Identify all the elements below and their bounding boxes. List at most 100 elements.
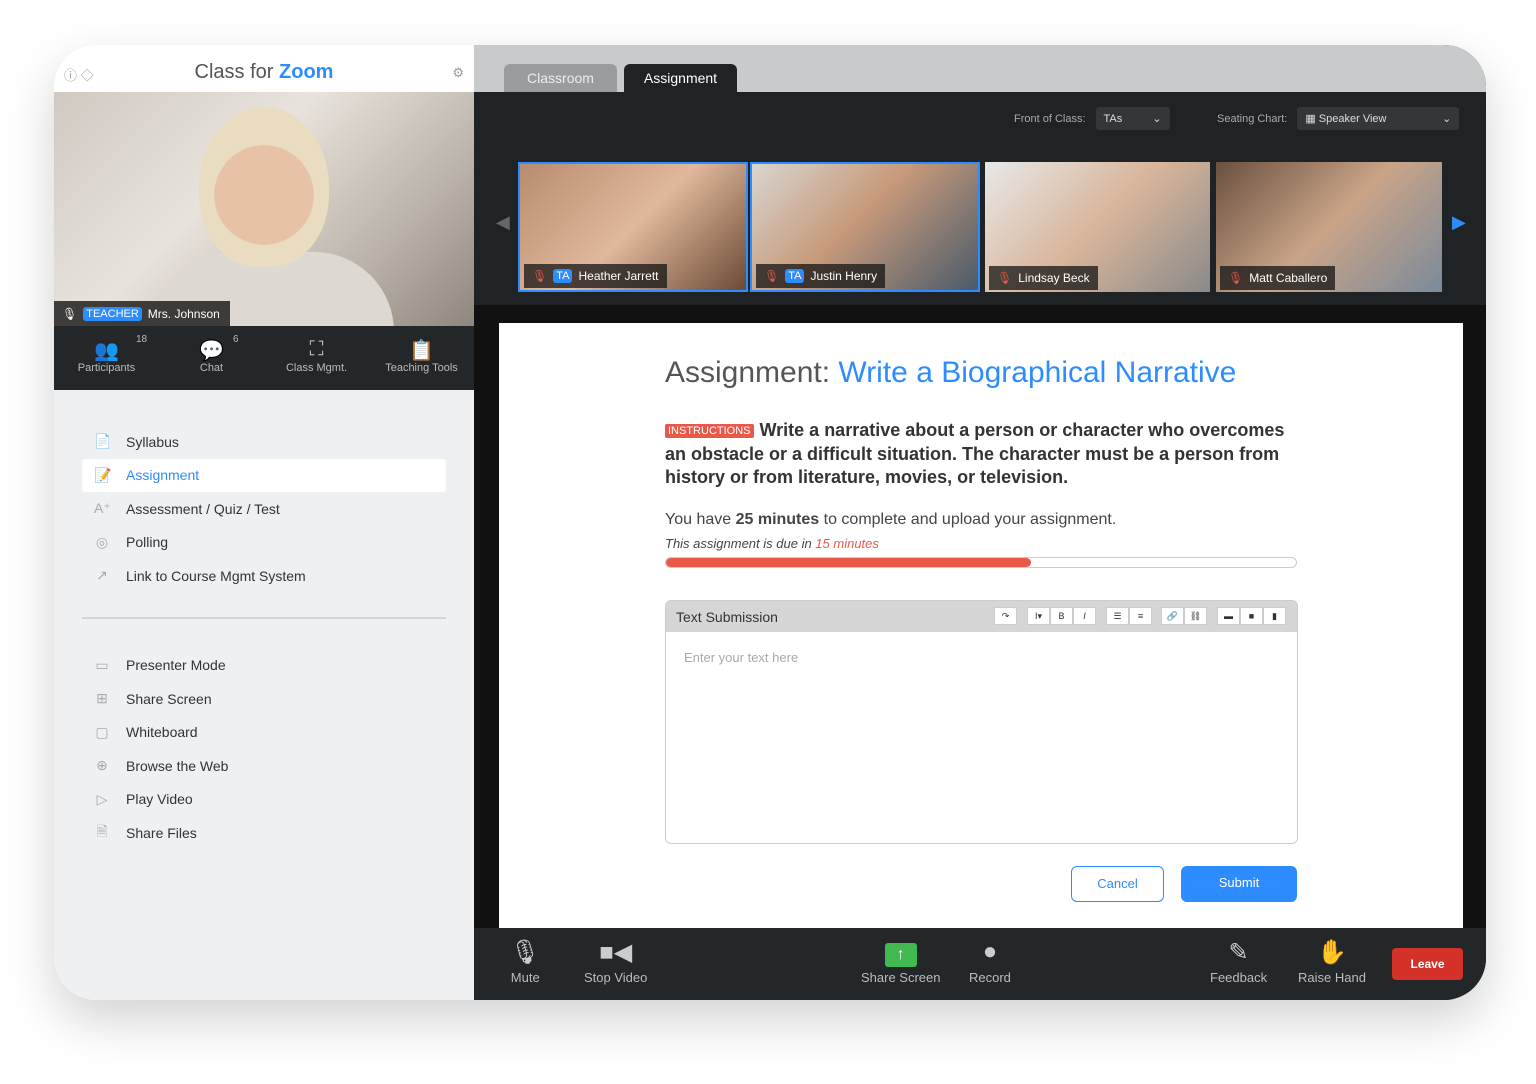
cancel-button[interactable]: Cancel xyxy=(1071,866,1164,902)
app-header: ⓘ ◇ Class for Zoom ⚙ xyxy=(54,45,474,92)
chat-icon: 💬 xyxy=(199,340,224,362)
menu-item-whiteboard[interactable]: ▢ Whiteboard xyxy=(82,716,446,750)
text-submission-input[interactable]: Enter your text here xyxy=(666,632,1297,683)
student-tile[interactable]: 🎙 Matt Caballero xyxy=(1216,162,1442,292)
feedback-icon: ✎ xyxy=(1228,939,1249,966)
chevron-down-icon: ⌄ xyxy=(1442,113,1452,125)
menu-item-icon: ▭ xyxy=(95,656,109,673)
record-icon: ● xyxy=(982,938,998,965)
link-icon[interactable]: 🔗 xyxy=(1161,607,1184,625)
menu-item-icon: 📝 xyxy=(94,466,112,483)
record-button[interactable]: ● Record xyxy=(969,938,1011,985)
grid-icon: ▦ xyxy=(1305,113,1316,125)
time-progress-bar xyxy=(665,557,1297,568)
menu-item-link-to-course-mgmt-system[interactable]: ↗ Link to Course Mgmt System xyxy=(82,559,446,593)
front-of-class-dropdown[interactable]: TAs ⌄ xyxy=(1095,107,1170,130)
teaching-tools-button[interactable]: 📋 Teaching Tools xyxy=(369,326,474,390)
share-screen-button[interactable]: ↑ Share Screen xyxy=(861,938,941,985)
tab-classroom[interactable]: Classroom xyxy=(504,64,617,92)
tab-bar: Classroom Assignment xyxy=(474,45,1486,92)
hand-icon: ✋ xyxy=(1317,939,1347,966)
settings-icon[interactable]: ⚙ xyxy=(452,65,464,81)
menu-item-assessment-quiz-test[interactable]: A⁺ Assessment / Quiz / Test xyxy=(82,492,446,526)
bullet-list-icon[interactable]: ☰ xyxy=(1106,607,1129,625)
chevron-down-icon: ⌄ xyxy=(1152,113,1162,125)
next-arrow-icon[interactable]: ▶ xyxy=(1452,212,1466,233)
chat-button[interactable]: 💬 6 Chat xyxy=(159,326,264,390)
presenter-board-icon: ⛶ xyxy=(309,338,324,360)
undo-icon[interactable]: ↷ xyxy=(994,607,1017,625)
class-mgmt-button[interactable]: ⛶ Class Mgmt. xyxy=(264,326,369,390)
menu-item-share-screen[interactable]: ⊞ Share Screen xyxy=(82,682,446,716)
role-badge: TEACHER xyxy=(83,307,142,321)
video-camera-icon: ■◀ xyxy=(599,939,633,966)
instructions-badge: INSTRUCTIONS xyxy=(665,424,754,438)
menu-item-presenter-mode[interactable]: ▭ Presenter Mode xyxy=(82,649,446,683)
feedback-button[interactable]: ✎ Feedback xyxy=(1210,938,1267,985)
assignment-panel: Assignment: Write a Biographical Narrati… xyxy=(499,323,1463,928)
unlink-icon[interactable]: ⛓ xyxy=(1184,607,1207,625)
microphone-icon: 🎙 xyxy=(510,939,541,966)
progress-fill xyxy=(666,558,1032,567)
student-tile[interactable]: 🎙 TA Heather Jarrett xyxy=(518,162,748,292)
meeting-controls: 🎙 Mute ■◀ Stop Video ↑ Share Screen ● Record… xyxy=(474,928,1486,1000)
left-panel: ⓘ ◇ Class for Zoom ⚙ 🎙 TEACHER Mrs. John… xyxy=(54,45,474,1000)
menu-item-polling[interactable]: ◎ Polling xyxy=(82,526,446,560)
teaching-tools-menu: 📄 Syllabus 📝 Assignment A⁺ Assessment / Quiz … xyxy=(82,425,446,850)
mic-muted-icon: 🎙 xyxy=(532,269,548,283)
participants-button[interactable]: 👥 18 Participants xyxy=(54,326,159,390)
menu-item-assignment[interactable]: 📝 Assignment xyxy=(82,458,446,492)
app-window: ⓘ ◇ Class for Zoom ⚙ 🎙 TEACHER Mrs. John… xyxy=(54,45,1486,1000)
menu-item-icon: ▷ xyxy=(96,790,108,807)
seating-chart-select: Seating Chart: ▦ Speaker View ⌄ xyxy=(1217,107,1460,130)
video-icon[interactable]: ■ xyxy=(1240,607,1263,625)
raise-hand-button[interactable]: ✋ Raise Hand xyxy=(1298,938,1366,985)
menu-item-icon: ◎ xyxy=(95,533,109,550)
submit-button[interactable]: Submit xyxy=(1181,866,1297,902)
menu-item-syllabus[interactable]: 📄 Syllabus xyxy=(82,425,446,459)
due-notice: This assignment is due in 15 minutes xyxy=(665,536,879,551)
time-allowed: You have 25 minutes to complete and uplo… xyxy=(665,511,1117,528)
teacher-toolbar: 👥 18 Participants 💬 6 Chat ⛶ Class Mgmt. 📋 Tea… xyxy=(54,326,474,390)
menu-item-browse-the-web[interactable]: ⊕ Browse the Web xyxy=(82,749,446,783)
teacher-nametag: 🎙 TEACHER Mrs. Johnson xyxy=(54,301,230,327)
menu-item-icon: ↗ xyxy=(96,567,108,584)
menu-item-icon: ⊕ xyxy=(96,757,108,774)
student-tile[interactable]: 🎙 Lindsay Beck xyxy=(985,162,1210,292)
tab-assignment[interactable]: Assignment xyxy=(624,64,737,92)
assignment-title: Assignment: Write a Biographical Narrati… xyxy=(665,356,1237,389)
menu-item-icon: A⁺ xyxy=(94,500,111,517)
mic-icon: 🎙 xyxy=(62,307,78,321)
divider xyxy=(82,616,446,619)
app-title: Class for Zoom xyxy=(194,61,334,83)
main-area: Classroom Assignment Front of Class: TAs ⌄… xyxy=(474,45,1486,1000)
instructions: INSTRUCTIONS Write a narrative about a pe… xyxy=(665,420,1285,487)
menu-item-icon: 🗎 xyxy=(96,822,108,839)
prev-arrow-icon[interactable]: ◀ xyxy=(496,212,510,233)
menu-item-play-video[interactable]: ▷ Play Video xyxy=(82,783,446,817)
mic-muted-icon: 🎙 xyxy=(1228,271,1244,285)
italic-icon[interactable]: I xyxy=(1073,607,1096,625)
menu-item-icon: ▢ xyxy=(95,723,109,740)
video-strip: Front of Class: TAs ⌄ Seating Chart: ▦ Spea… xyxy=(474,92,1486,305)
mic-muted-icon: 🎙 xyxy=(764,269,780,283)
menu-item-icon: 📄 xyxy=(94,433,112,450)
mute-button[interactable]: 🎙 Mute xyxy=(510,938,540,985)
student-tile[interactable]: 🎙 TA Justin Henry xyxy=(750,162,980,292)
share-screen-icon: ↑ xyxy=(861,938,941,970)
numbered-list-icon[interactable]: ≡ xyxy=(1129,607,1152,625)
teacher-video: 🎙 TEACHER Mrs. Johnson xyxy=(54,92,474,332)
image-icon[interactable]: ▬ xyxy=(1217,607,1240,625)
text-submission: Text Submission ↷ I▾ B I ☰ ≡ 🔗 ⛓ ▬ ■ ▮ Enter y… xyxy=(665,600,1298,844)
front-of-class-select: Front of Class: TAs ⌄ xyxy=(1014,107,1170,130)
stop-video-button[interactable]: ■◀ Stop Video xyxy=(584,938,647,985)
menu-item-icon: ⊞ xyxy=(96,690,108,707)
embed-icon[interactable]: ▮ xyxy=(1263,607,1286,625)
heading-icon[interactable]: I▾ xyxy=(1027,607,1050,625)
clipboard-icon: 📋 xyxy=(409,340,434,362)
bold-icon[interactable]: B xyxy=(1050,607,1073,625)
seating-chart-dropdown[interactable]: ▦ Speaker View ⌄ xyxy=(1297,107,1460,130)
menu-item-share-files[interactable]: 🗎 Share Files xyxy=(82,816,446,850)
leave-button[interactable]: Leave xyxy=(1392,948,1463,980)
mic-muted-icon: 🎙 xyxy=(997,271,1013,285)
